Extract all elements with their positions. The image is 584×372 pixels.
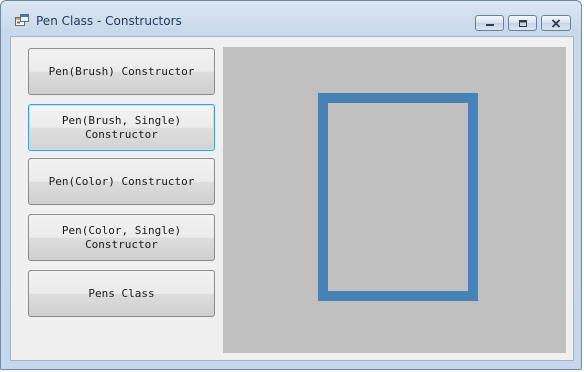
close-icon [551, 18, 561, 28]
app-window: Pen Class - Constructors Pen(Brush) Cons… [0, 0, 582, 370]
pens-class-button[interactable]: Pens Class [28, 270, 215, 317]
minimize-button[interactable] [475, 15, 504, 31]
pen-rectangle-shape [318, 93, 478, 301]
form-client-area: Pen(Brush) Constructor Pen(Brush, Single… [10, 36, 574, 361]
minimize-icon [485, 24, 494, 26]
pen-color-constructor-button[interactable]: Pen(Color) Constructor [28, 158, 215, 205]
drawing-canvas [223, 47, 566, 353]
title-bar[interactable]: Pen Class - Constructors [1, 1, 581, 35]
window-title: Pen Class - Constructors [36, 14, 182, 28]
maximize-icon [518, 19, 527, 27]
pen-color-single-constructor-button[interactable]: Pen(Color, Single) Constructor [28, 214, 215, 261]
pen-brush-single-constructor-button[interactable]: Pen(Brush, Single) Constructor [28, 104, 215, 151]
windows-form-icon [15, 14, 29, 26]
close-button[interactable] [541, 15, 571, 31]
maximize-button[interactable] [508, 15, 537, 31]
pen-brush-constructor-button[interactable]: Pen(Brush) Constructor [28, 48, 215, 95]
